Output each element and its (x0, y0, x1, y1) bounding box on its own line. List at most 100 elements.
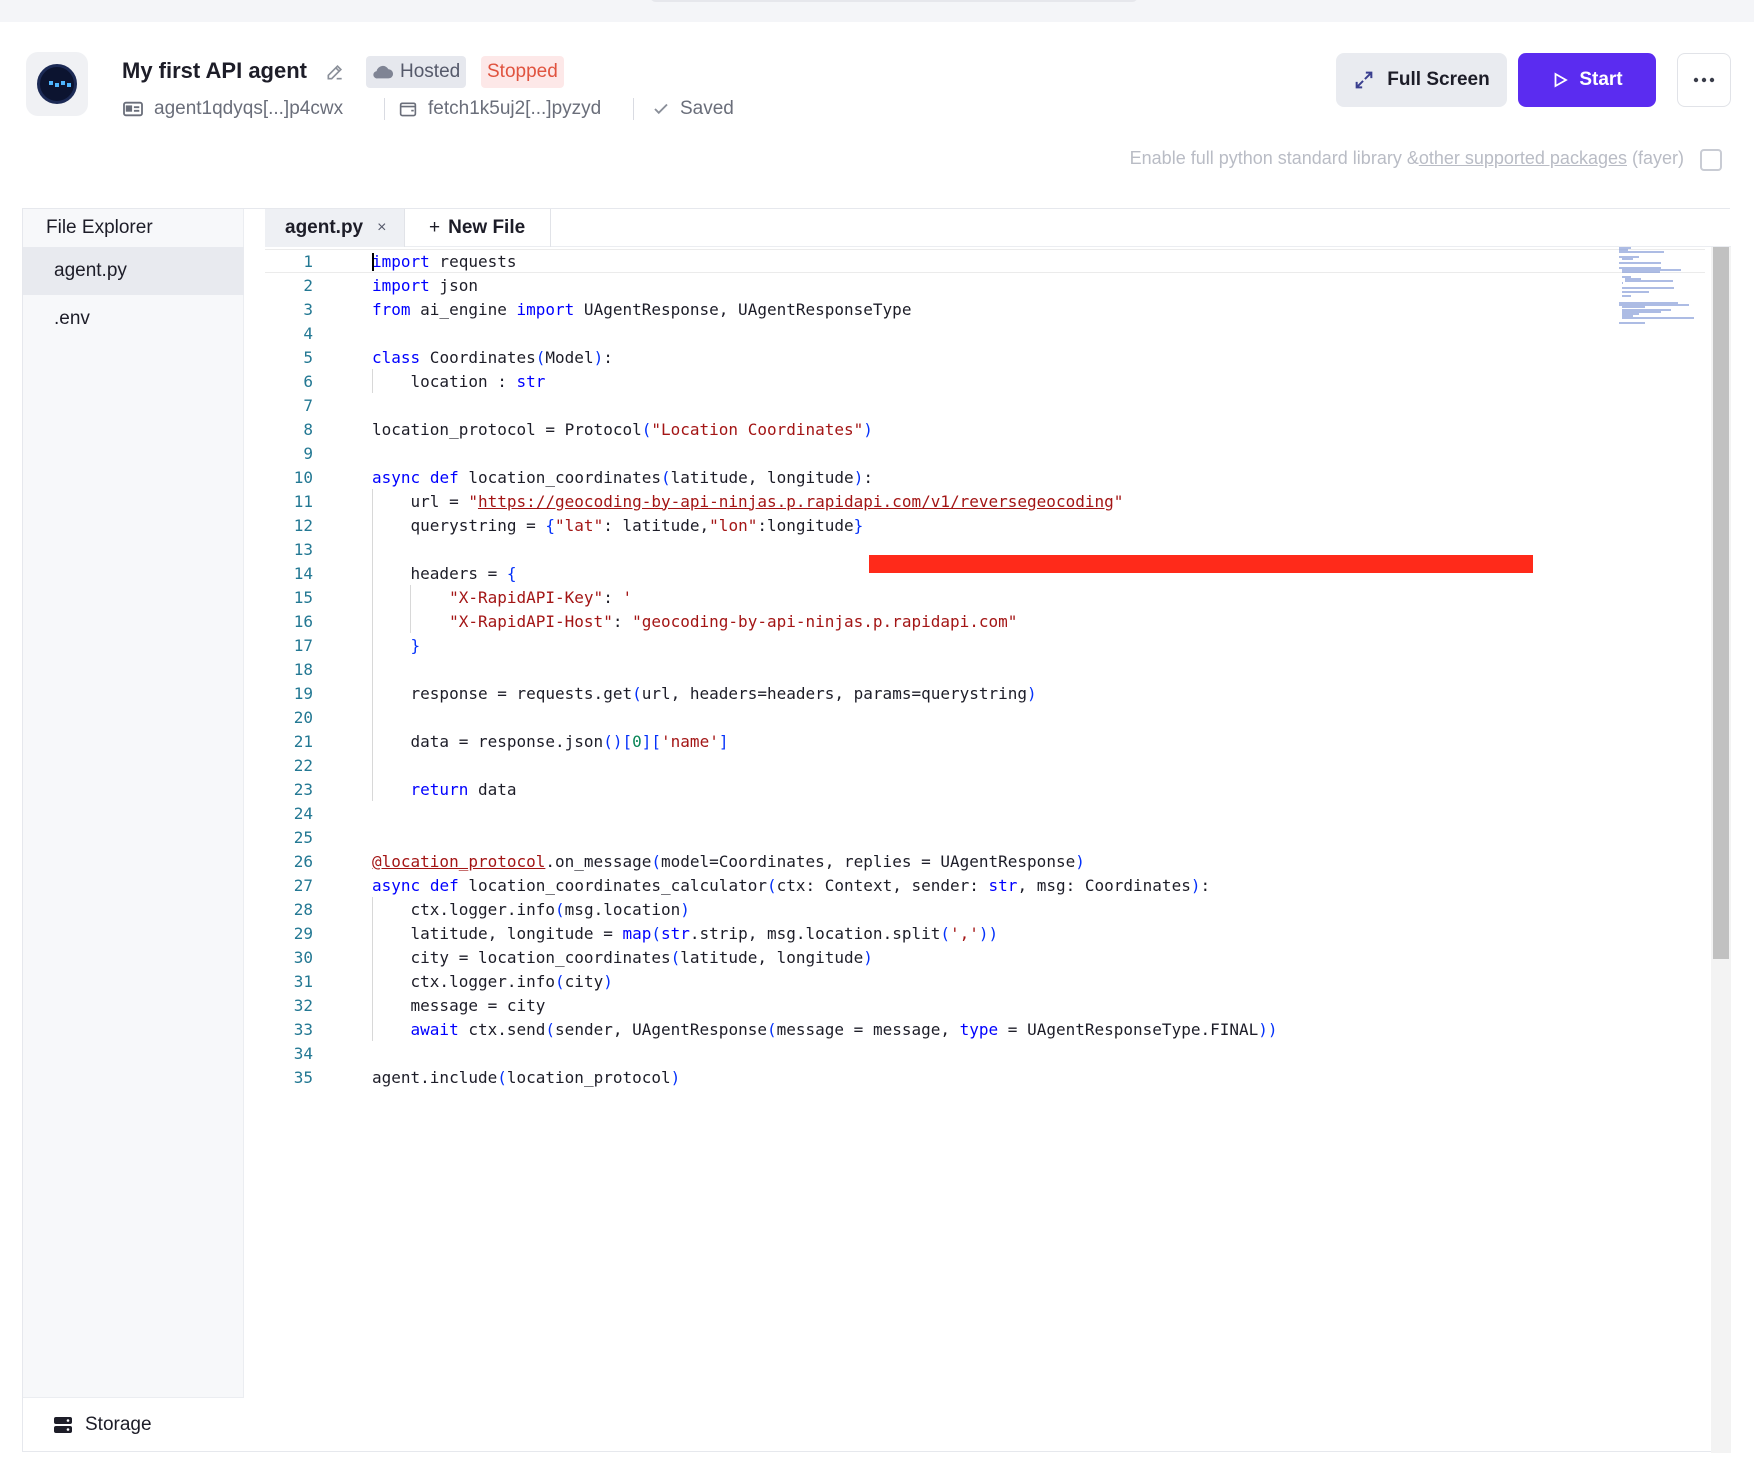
editor-scrollbar[interactable] (1711, 247, 1731, 1453)
code-line[interactable]: 19 response = requests.get(url, headers=… (265, 681, 1705, 705)
line-number: 1 (303, 251, 313, 271)
agent-address-text: agent1qdyqs[...]p4cwx (154, 98, 344, 119)
code-line[interactable]: 3 from ai_engine import UAgentResponse, U… (265, 297, 1705, 321)
line-number: 4 (303, 323, 313, 343)
code-line[interactable]: 9 (265, 441, 1705, 465)
code-line[interactable]: 21 data = response.json()[0]['name'] (265, 729, 1705, 753)
code-line[interactable]: 24 (265, 801, 1705, 825)
close-icon[interactable]: × (377, 219, 386, 237)
wallet-icon (399, 102, 417, 117)
stdlib-option-text: Enable full python standard library &oth… (1129, 148, 1684, 168)
full-screen-button[interactable]: Full Screen (1336, 53, 1507, 107)
code-line[interactable]: 4 (265, 321, 1705, 345)
line-source: querystring = {"lat": latitude,"lon":lon… (372, 515, 864, 535)
file-item-env[interactable]: .env (23, 295, 244, 343)
line-number: 34 (293, 1043, 313, 1063)
line-source: async def location_coordinates(latitude,… (372, 467, 873, 487)
code-line[interactable]: 11 url = "https://geocoding-by-api-ninja… (265, 489, 1705, 513)
line-source: @location_protocol.on_message(model=Coor… (372, 851, 1085, 871)
agent-address[interactable]: agent1qdyqs[...]p4cwx (122, 96, 343, 122)
line-source: location_protocol = Protocol("Location C… (372, 419, 873, 439)
code-line[interactable]: 15 "X-RapidAPI-Key": ' (265, 585, 1705, 609)
code-area[interactable]: 1 import requests 2 import json 3 from ai_eng… (265, 247, 1731, 1453)
check-icon (654, 103, 668, 115)
line-number: 31 (293, 971, 313, 991)
text-cursor (372, 253, 374, 271)
minimap-line (1619, 262, 1661, 265)
line-number: 10 (293, 467, 313, 487)
start-label: Start (1579, 69, 1623, 90)
redacted-api-key (869, 555, 1533, 573)
agent-title: My first API agent (122, 58, 307, 83)
storage-button[interactable]: Storage (23, 1397, 244, 1451)
code-line[interactable]: 12 querystring = {"lat": latitude,"lon":… (265, 513, 1705, 537)
status-badge: Stopped (481, 56, 564, 88)
code-line[interactable]: 23 return data (265, 777, 1705, 801)
code-line[interactable]: 26 @location_protocol.on_message(model=Co… (265, 849, 1705, 873)
code-line[interactable]: 30 city = location_coordinates(latitude,… (265, 945, 1705, 969)
stdlib-checkbox[interactable] (1700, 149, 1722, 171)
line-source: ctx.logger.info(msg.location) (372, 899, 690, 919)
file-explorer-title: File Explorer (46, 217, 153, 238)
line-number: 8 (303, 419, 313, 439)
code-line[interactable]: 27 async def location_coordinates_calcula… (265, 873, 1705, 897)
code-line[interactable]: 10 async def location_coordinates(latitud… (265, 465, 1705, 489)
line-number: 30 (293, 947, 313, 967)
minimap-line (1622, 291, 1649, 293)
minimap-line (1622, 282, 1623, 285)
new-file-tab[interactable]: + New File (405, 209, 551, 247)
line-source: agent.include(location_protocol) (372, 1067, 681, 1087)
code-line[interactable]: 6 location : str (265, 369, 1705, 393)
line-source: latitude, longitude = map(str.strip, msg… (372, 923, 999, 943)
line-number: 9 (303, 443, 313, 463)
line-source: return data (410, 779, 517, 799)
code-line[interactable]: 1 import requests (265, 249, 1705, 273)
more-options-button[interactable] (1677, 53, 1731, 107)
line-number: 21 (293, 731, 313, 751)
line-number: 29 (293, 923, 313, 943)
line-source: url = "https://geocoding-by-api-ninjas.p… (372, 491, 1124, 511)
code-line[interactable]: 32 message = city (265, 993, 1705, 1017)
more-icon (1693, 77, 1715, 83)
minimap-line (1622, 295, 1631, 298)
code-line[interactable]: 28 ctx.logger.info(msg.location) (265, 897, 1705, 921)
code-line[interactable]: 29 latitude, longitude = map(str.strip, … (265, 921, 1705, 945)
line-source: ctx.logger.info(city) (372, 971, 613, 991)
line-number: 17 (293, 635, 313, 655)
code-line[interactable]: 5 class Coordinates(Model): (265, 345, 1705, 369)
supported-packages-link[interactable]: other supported packages (1419, 148, 1627, 168)
code-line[interactable]: 17 } (265, 633, 1705, 657)
code-line[interactable]: 35 agent.include(location_protocol) (265, 1065, 1705, 1089)
minimap-line (1625, 280, 1673, 282)
scrollbar-thumb[interactable] (1713, 247, 1729, 959)
tab-label: agent.py (285, 217, 364, 238)
wallet-address[interactable]: fetch1k5uj2[...]pyzyd (398, 96, 601, 122)
line-number: 19 (293, 683, 313, 703)
code-line[interactable]: 33 await ctx.send(sender, UAgentResponse… (265, 1017, 1705, 1041)
line-number: 16 (293, 611, 313, 631)
code-line[interactable]: 20 (265, 705, 1705, 729)
line-number: 12 (293, 515, 313, 535)
code-line[interactable]: 18 (265, 657, 1705, 681)
code-line[interactable]: 7 (265, 393, 1705, 417)
browser-top-strip (0, 0, 1754, 22)
line-number: 22 (293, 755, 313, 775)
code-line[interactable]: 34 (265, 1041, 1705, 1065)
code-line[interactable]: 2 import json (265, 273, 1705, 297)
code-line[interactable]: 22 (265, 753, 1705, 777)
code-line[interactable]: 25 (265, 825, 1705, 849)
line-number: 25 (293, 827, 313, 847)
tab-agent-py[interactable]: agent.py × (265, 209, 405, 247)
edit-icon[interactable] (325, 62, 345, 82)
code-line[interactable]: 31 ctx.logger.info(city) (265, 969, 1705, 993)
code-line[interactable]: 8 location_protocol = Protocol("Location … (265, 417, 1705, 441)
line-number: 7 (303, 395, 313, 415)
file-explorer: File Explorer agent.py .env Storage (23, 209, 244, 1451)
code-minimap[interactable] (1619, 247, 1709, 327)
save-state-text: Saved (680, 98, 734, 119)
top-handle (650, 0, 1138, 2)
start-button[interactable]: Start (1518, 53, 1656, 107)
file-item-agent-py[interactable]: agent.py (23, 247, 244, 295)
wallet-address-text: fetch1k5uj2[...]pyzyd (428, 98, 602, 119)
code-line[interactable]: 16 "X-RapidAPI-Host": "geocoding-by-api-… (265, 609, 1705, 633)
